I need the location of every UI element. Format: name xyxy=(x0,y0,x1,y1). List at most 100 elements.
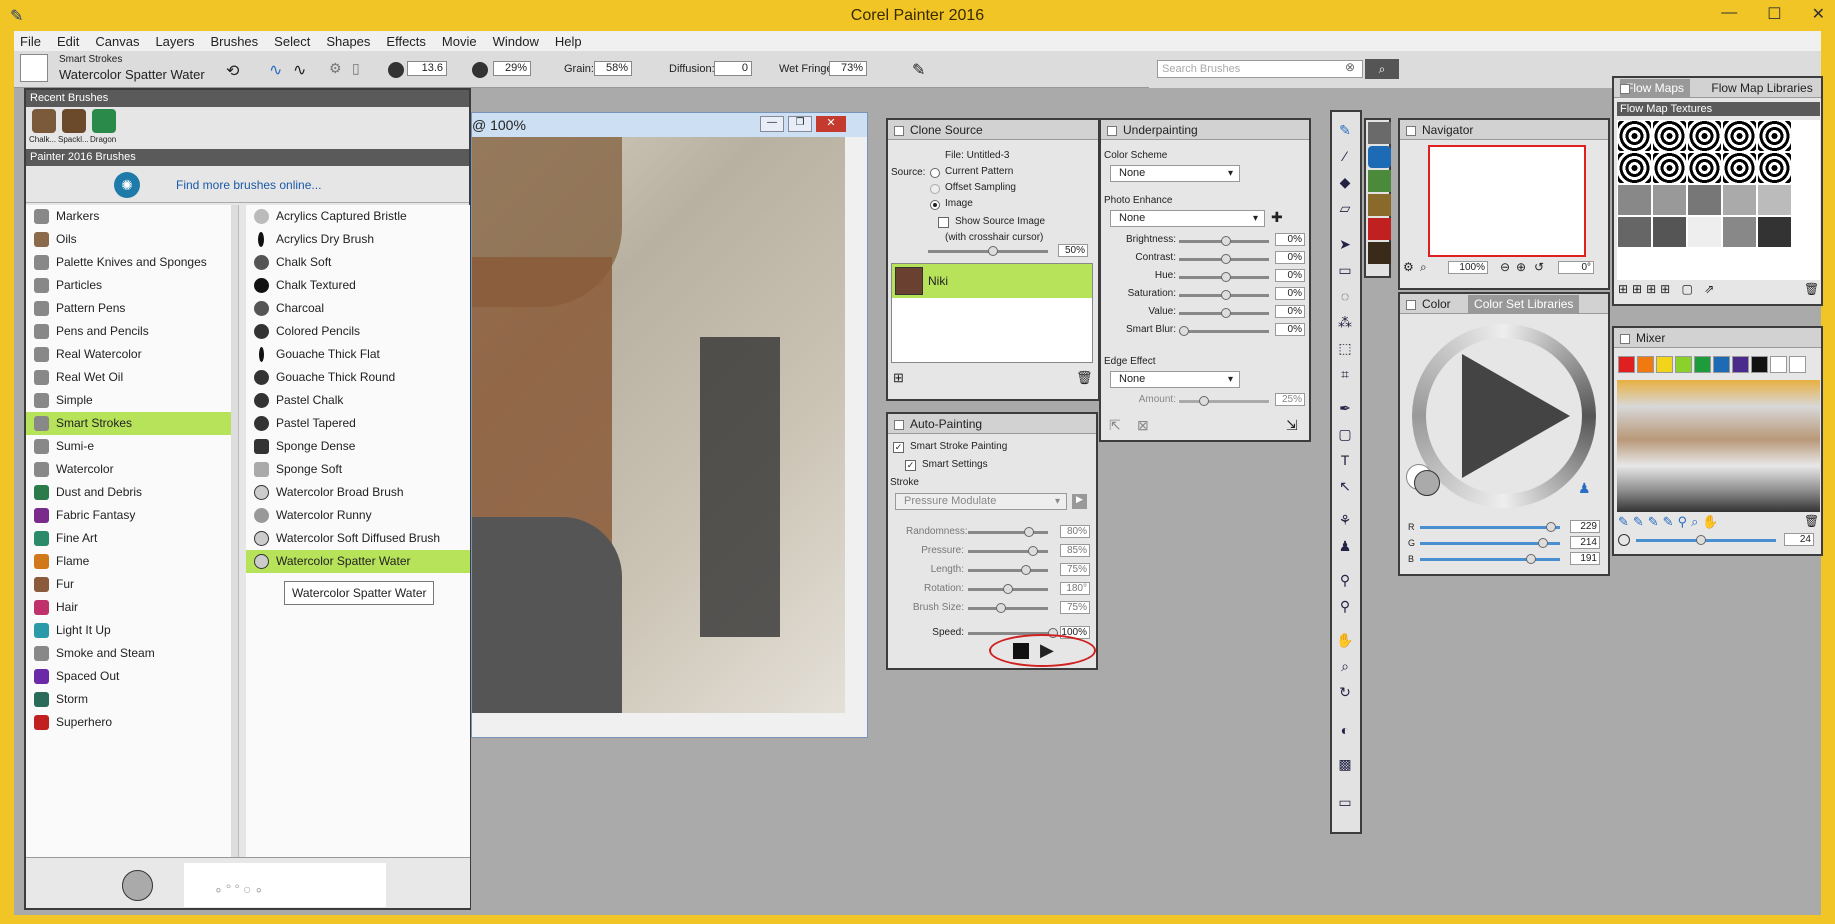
brush-variant-label[interactable]: Watercolor Spatter Water xyxy=(59,67,205,82)
opacity-field[interactable]: 29% xyxy=(493,61,531,76)
recent-brush-thumb[interactable] xyxy=(92,109,116,133)
variant-item-selected[interactable]: Watercolor Spatter Water xyxy=(246,550,470,573)
clone-source-item[interactable]: Niki xyxy=(892,264,1092,298)
zoom-field[interactable]: 100% xyxy=(1448,261,1488,274)
vertical-scrollbar[interactable] xyxy=(845,137,867,713)
mixer-swatch[interactable] xyxy=(1656,356,1673,373)
pen-tool-icon[interactable]: ✒ xyxy=(1334,400,1356,422)
clone-opacity-slider[interactable] xyxy=(928,246,1048,256)
brush-selector-icon[interactable] xyxy=(20,54,48,82)
mixer-swatch[interactable] xyxy=(1694,356,1711,373)
smart-blur-slider[interactable] xyxy=(1179,326,1269,336)
mixer-swatch[interactable] xyxy=(1637,356,1654,373)
hue-field[interactable]: 0% xyxy=(1275,269,1305,282)
clone-color-icon[interactable]: ♟ xyxy=(1578,480,1591,497)
find-brushes-icon[interactable]: ✺ xyxy=(114,172,140,198)
g-field[interactable]: 214 xyxy=(1570,536,1600,549)
mixer-swatch[interactable] xyxy=(1751,356,1768,373)
category-item[interactable]: Pens and Pencils xyxy=(26,320,231,343)
menu-file[interactable]: File xyxy=(20,34,41,49)
r-slider[interactable] xyxy=(1420,522,1560,532)
radio-current-pattern[interactable] xyxy=(930,168,940,178)
menu-layers[interactable]: Layers xyxy=(155,34,194,49)
mixer-swatch[interactable] xyxy=(1713,356,1730,373)
category-item[interactable]: Watercolor xyxy=(26,458,231,481)
brush-size-slider[interactable] xyxy=(968,603,1048,613)
mixer-size-slider[interactable] xyxy=(1636,535,1776,545)
brush-tool-icon[interactable]: ✎ xyxy=(1334,122,1356,144)
category-item[interactable]: Simple xyxy=(26,389,231,412)
stroke-visibility-icon[interactable]: ▯ xyxy=(352,60,360,77)
doc-restore-button[interactable]: ❐ xyxy=(788,116,812,132)
pressure-slider[interactable] xyxy=(968,546,1048,556)
category-item[interactable]: Oils xyxy=(26,228,231,251)
minimize-button[interactable]: — xyxy=(1721,4,1737,24)
radio-offset-sampling[interactable] xyxy=(930,184,940,194)
dab-preview-icon[interactable]: ✎ xyxy=(912,60,925,80)
category-item[interactable]: Real Watercolor xyxy=(26,343,231,366)
text-tool-icon[interactable]: T xyxy=(1334,452,1356,474)
category-item[interactable]: Sumi-e xyxy=(26,435,231,458)
navigator-zoom-icon[interactable]: ⌕ xyxy=(1420,260,1427,275)
eraser-tool-icon[interactable]: ▱ xyxy=(1334,200,1356,222)
stroke-type-freehand-icon[interactable]: ∿ xyxy=(269,60,282,80)
category-item[interactable]: Palette Knives and Sponges xyxy=(26,251,231,274)
rectangle-shape-icon[interactable]: ▢ xyxy=(1334,426,1356,448)
tab-color-set-libraries[interactable]: Color Set Libraries xyxy=(1468,295,1580,313)
flow-map-grid[interactable] xyxy=(1617,120,1820,280)
category-item[interactable]: Real Wet Oil xyxy=(26,366,231,389)
category-item[interactable]: Hair xyxy=(26,596,231,619)
clear-mixer-icon[interactable]: 🗑 xyxy=(1804,514,1819,528)
recent-brush-thumb[interactable] xyxy=(32,109,56,133)
add-clone-icon[interactable]: ⊞ xyxy=(893,370,904,386)
pattern-selector[interactable] xyxy=(1368,146,1391,168)
variant-item[interactable]: Pastel Tapered xyxy=(246,412,470,435)
burn-tool-icon[interactable]: ⚲ xyxy=(1334,598,1356,620)
clear-search-icon[interactable]: ⊗ xyxy=(1345,60,1355,74)
screen-mode-icon[interactable]: ▭ xyxy=(1334,794,1356,816)
stroke-attributes-icon[interactable]: ⚙ xyxy=(329,60,342,77)
value-field[interactable]: 0% xyxy=(1275,305,1305,318)
variant-item[interactable]: Chalk Soft xyxy=(246,251,470,274)
apply-underpainting-icon[interactable]: ⇲ xyxy=(1286,417,1298,434)
pressure-field[interactable]: 85% xyxy=(1060,544,1090,557)
saturation-slider[interactable] xyxy=(1179,290,1269,300)
r-field[interactable]: 229 xyxy=(1570,520,1600,533)
magnifier-tool-icon[interactable]: ⌕ xyxy=(1334,658,1356,680)
play-stroke-button[interactable]: ▶ xyxy=(1072,494,1087,509)
mixer-tools-icons[interactable]: ✎✎✎✎⚲⌕✋ xyxy=(1618,514,1723,530)
close-button[interactable]: ✕ xyxy=(1812,4,1825,24)
look-selector[interactable] xyxy=(1368,242,1391,264)
stroke-type-straight-icon[interactable]: ∿ xyxy=(293,60,306,80)
variant-item[interactable]: Sponge Soft xyxy=(246,458,470,481)
randomness-field[interactable]: 80% xyxy=(1060,525,1090,538)
delete-flow-map-icon[interactable]: 🗑 xyxy=(1804,282,1819,296)
texture-selector[interactable] xyxy=(1368,194,1391,216)
variant-item[interactable]: Sponge Dense xyxy=(246,435,470,458)
mixer-swatch[interactable] xyxy=(1618,356,1635,373)
category-item[interactable]: Light It Up xyxy=(26,619,231,642)
amount-field[interactable]: 25% xyxy=(1275,393,1305,406)
mixer-swatch[interactable] xyxy=(1732,356,1749,373)
category-item[interactable]: Pattern Pens xyxy=(26,297,231,320)
reset-tool-icon[interactable]: ⟲ xyxy=(226,61,239,81)
dropper-tool-icon[interactable]: ⁄ xyxy=(1334,148,1356,170)
b-slider[interactable] xyxy=(1420,554,1560,564)
layer-adjuster-icon[interactable]: ➤ xyxy=(1334,236,1356,258)
maximize-button[interactable]: ☐ xyxy=(1767,4,1781,24)
saturation-field[interactable]: 0% xyxy=(1275,287,1305,300)
variant-item[interactable]: Watercolor Soft Diffused Brush xyxy=(246,527,470,550)
hue-slider[interactable] xyxy=(1179,272,1269,282)
shape-selection-icon[interactable]: ↖ xyxy=(1334,478,1356,500)
rotate-page-icon[interactable]: ↻ xyxy=(1334,684,1356,706)
variant-item[interactable]: Chalk Textured xyxy=(246,274,470,297)
mixer-swatch[interactable] xyxy=(1770,356,1787,373)
navigator-settings-icon[interactable]: ⚙ xyxy=(1403,260,1414,274)
variant-item[interactable]: Colored Pencils xyxy=(246,320,470,343)
search-button[interactable]: ⌕ xyxy=(1365,59,1399,79)
brush-size-field[interactable]: 75% xyxy=(1060,601,1090,614)
mixer-swatch[interactable] xyxy=(1675,356,1692,373)
amount-slider[interactable] xyxy=(1179,396,1269,406)
lasso-icon[interactable]: ◌ xyxy=(1334,288,1356,310)
rotation-field[interactable]: 180° xyxy=(1060,582,1090,595)
